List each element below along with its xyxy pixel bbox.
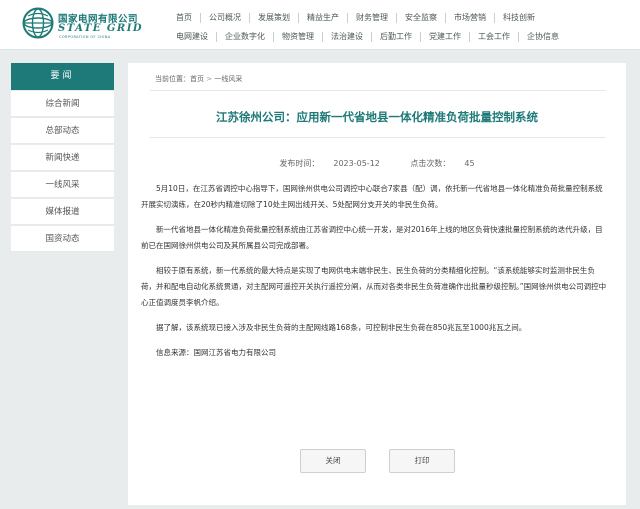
publish-date: 2023-05-12 <box>333 159 380 168</box>
breadcrumb-label: 当前位置： <box>155 75 190 83</box>
nav-item-logistics[interactable]: 后勤工作 <box>371 32 420 42</box>
nav-item-materials[interactable]: 物资管理 <box>273 32 322 42</box>
nav-row-1: 首页 公司概况 发展策划 精益生产 财务管理 安全监察 市场营销 科技创新 <box>168 10 588 26</box>
article-paragraph: 5月10日，在江苏省调控中心指导下，国网徐州供电公司调控中心联合7家县（配）调，… <box>141 184 603 209</box>
sidebar-item-media-reports[interactable]: 媒体报道 <box>11 199 114 225</box>
nav-item-party-building[interactable]: 党建工作 <box>420 32 469 42</box>
article-paragraph: 相较于原有系统，新一代系统的最大特点是实现了电网供电末端非民生、民生负荷的分类精… <box>141 266 607 307</box>
article-body: 5月10日，在江苏省调控中心指导下，国网徐州供电公司调控中心联合7家县（配）调，… <box>141 181 608 370</box>
site-header: 国家电网有限公司 STATE GRID CORPORATION OF CHINA… <box>0 0 640 50</box>
views-info: 点击次数： 45 <box>403 159 481 168</box>
nav-row-2: 电网建设 企业数字化 物资管理 法治建设 后勤工作 党建工作 工会工作 企协信息 <box>168 29 588 45</box>
divider <box>150 90 606 91</box>
article-paragraph: 新一代省地县一体化精准负荷批量控制系统由江苏省调控中心统一开发，是对2016年上… <box>141 225 603 250</box>
nav-item-home[interactable]: 首页 <box>168 13 200 23</box>
nav-item-enterprise-association[interactable]: 企协信息 <box>518 32 567 42</box>
sidebar-item-sasac-news[interactable]: 国资动态 <box>11 226 114 252</box>
nav-item-safety[interactable]: 安全监察 <box>396 13 445 23</box>
breadcrumb: 当前位置：首页 > 一线风采 <box>155 74 242 84</box>
breadcrumb-separator: > <box>206 75 213 83</box>
sidebar: 要闻 综合新闻 总部动态 新闻快递 一线风采 媒体报道 国资动态 <box>11 63 114 252</box>
nav-item-digitalization[interactable]: 企业数字化 <box>216 32 273 42</box>
article-panel: 当前位置：首页 > 一线风采 江苏徐州公司：应用新一代省地县一体化精准负荷批量控… <box>128 63 626 505</box>
nav-item-development-planning[interactable]: 发展策划 <box>249 13 298 23</box>
breadcrumb-section[interactable]: 一线风采 <box>214 75 242 83</box>
sidebar-item-general-news[interactable]: 综合新闻 <box>11 91 114 117</box>
logo-subtitle: CORPORATION OF CHINA <box>59 35 111 39</box>
article-meta: 发布时间： 2023-05-12 点击次数： 45 <box>128 158 626 169</box>
nav-item-company-overview[interactable]: 公司概况 <box>200 13 249 23</box>
article-title: 江苏徐州公司：应用新一代省地县一体化精准负荷批量控制系统 <box>216 110 538 124</box>
views-label: 点击次数： <box>410 159 451 168</box>
article-paragraph: 据了解，该系统现已接入涉及非民生负荷的主配网线路168条，可控制非民生负荷在85… <box>156 323 527 332</box>
nav-item-union[interactable]: 工会工作 <box>469 32 518 42</box>
print-button[interactable]: 打印 <box>389 449 455 473</box>
logo-english-name: STATE GRID <box>58 23 144 34</box>
nav-item-innovation[interactable]: 科技创新 <box>494 13 543 23</box>
nav-item-rule-of-law[interactable]: 法治建设 <box>322 32 371 42</box>
action-buttons: 关闭 打印 <box>128 449 626 473</box>
nav-item-finance[interactable]: 财务管理 <box>347 13 396 23</box>
publish-info: 发布时间： 2023-05-12 <box>272 159 387 168</box>
breadcrumb-home[interactable]: 首页 <box>190 75 204 83</box>
nav-item-grid-construction[interactable]: 电网建设 <box>168 32 216 42</box>
views-count: 45 <box>464 159 475 168</box>
nav-item-marketing[interactable]: 市场营销 <box>445 13 494 23</box>
nav-item-lean-production[interactable]: 精益生产 <box>298 13 347 23</box>
divider <box>150 137 606 138</box>
sidebar-item-headquarters[interactable]: 总部动态 <box>11 118 114 144</box>
sidebar-title: 要闻 <box>11 63 114 90</box>
close-button[interactable]: 关闭 <box>300 449 366 473</box>
sidebar-item-news-express[interactable]: 新闻快递 <box>11 145 114 171</box>
state-grid-emblem-icon <box>22 7 54 39</box>
main-nav: 首页 公司概况 发展策划 精益生产 财务管理 安全监察 市场营销 科技创新 电网… <box>168 10 588 45</box>
sidebar-item-frontline[interactable]: 一线风采 <box>11 172 114 198</box>
article-source: 信息来源：国网江苏省电力有限公司 <box>156 348 276 357</box>
state-grid-logo[interactable]: 国家电网有限公司 STATE GRID CORPORATION OF CHINA <box>22 6 142 42</box>
publish-label: 发布时间： <box>279 159 320 168</box>
